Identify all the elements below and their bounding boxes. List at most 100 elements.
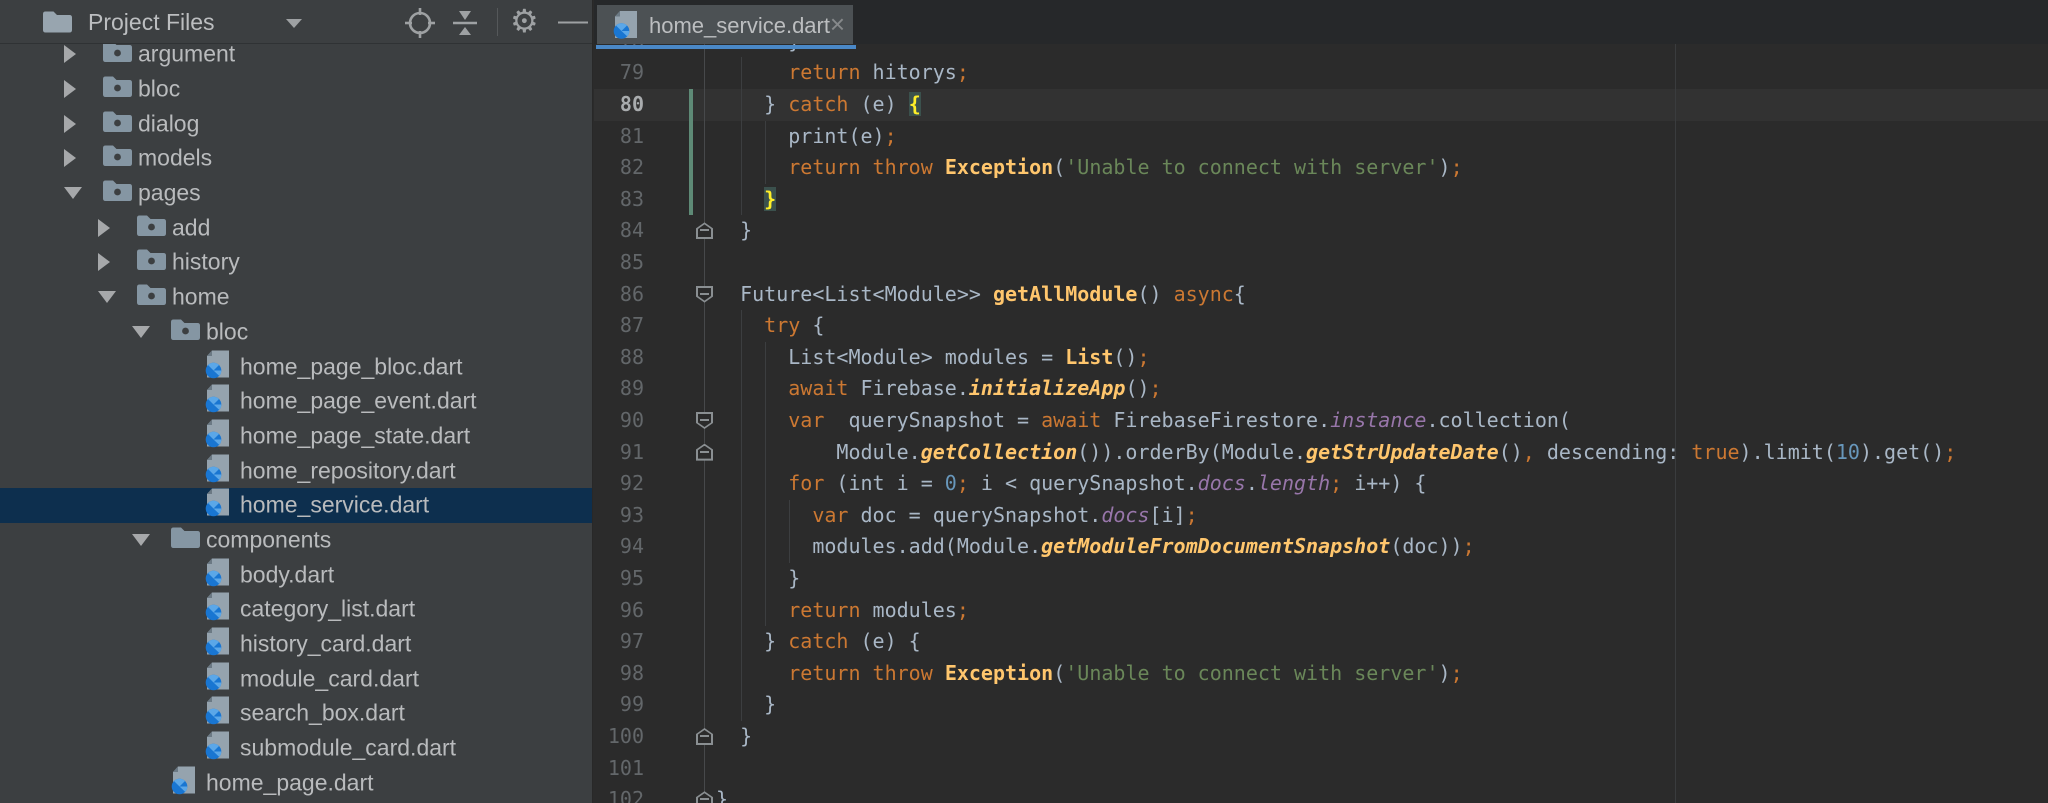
line-number[interactable]: 91 [594,437,644,469]
tree-item-search-box-dart[interactable]: search_box.dart [0,696,593,731]
tree-item-category-list-dart[interactable]: category_list.dart [0,592,593,627]
chevron-collapsed-icon[interactable] [64,80,76,98]
tree-item-label: search_box.dart [240,700,405,727]
line-number[interactable]: 92 [594,468,644,500]
code-line-97[interactable]: 97 } catch (e) { [594,626,2048,658]
code-line-92[interactable]: 92 for (int i = 0; i < querySnapshot.doc… [594,468,2048,500]
tree-item-home-page-bloc-dart[interactable]: home_page_bloc.dart [0,349,593,384]
tab-home-service-dart[interactable]: home_service.dart × [597,5,853,44]
tree-item-home-page-event-dart[interactable]: home_page_event.dart [0,384,593,419]
code-line-93[interactable]: 93 var doc = querySnapshot.docs[i]; [594,500,2048,532]
tree-item-home-page-state-dart[interactable]: home_page_state.dart [0,419,593,454]
line-number[interactable]: 97 [594,626,644,658]
code-line-84[interactable]: 84 } [594,215,2048,247]
tree-item-module-card-dart[interactable]: module_card.dart [0,661,593,696]
chevron-collapsed-icon[interactable] [98,253,110,271]
code-line-88[interactable]: 88 List<Module> modules = List(); [594,342,2048,374]
line-number[interactable]: 87 [594,310,644,342]
chevron-expanded-icon[interactable] [132,534,150,546]
fold-marker-icon[interactable] [696,728,713,745]
line-number[interactable]: 84 [594,215,644,247]
dropdown-caret-icon[interactable] [286,19,302,28]
locate-file-icon[interactable] [404,7,436,44]
tree-item-home-page-dart[interactable]: home_page.dart [0,765,593,800]
tree-item-bloc[interactable]: bloc [0,72,593,107]
line-number[interactable]: 93 [594,500,644,532]
vcs-change-marker[interactable] [689,89,693,215]
chevron-expanded-icon[interactable] [132,326,150,338]
collapse-all-icon[interactable] [450,7,480,44]
code-line-86[interactable]: 86 Future<List<Module>> getAllModule() a… [594,279,2048,311]
code-line-80[interactable]: 80 } catch (e) { [594,89,2048,121]
line-number[interactable]: 82 [594,152,644,184]
line-number[interactable]: 79 [594,57,644,89]
tab-close-icon[interactable]: × [830,9,845,40]
fold-marker-icon[interactable] [696,444,713,461]
line-number[interactable]: 99 [594,689,644,721]
code-line-101[interactable]: 101 [594,753,2048,785]
line-number[interactable]: 83 [594,184,644,216]
line-number[interactable]: 100 [594,721,644,753]
line-number[interactable]: 101 [594,753,644,785]
code-line-96[interactable]: 96 return modules; [594,595,2048,627]
chevron-collapsed-icon[interactable] [64,45,76,63]
code-line-99[interactable]: 99 } [594,689,2048,721]
code-line-95[interactable]: 95 } [594,563,2048,595]
code-line-85[interactable]: 85 [594,247,2048,279]
tree-item-history[interactable]: history [0,245,593,280]
code-line-89[interactable]: 89 await Firebase.initializeApp(); [594,373,2048,405]
code-line-83[interactable]: 83 } [594,184,2048,216]
tree-item-bloc[interactable]: bloc [0,315,593,350]
code-line-81[interactable]: 81 print(e); [594,121,2048,153]
chevron-expanded-icon[interactable] [98,291,116,303]
line-number[interactable]: 98 [594,658,644,690]
code-line-90[interactable]: 90 var querySnapshot = await FirebaseFir… [594,405,2048,437]
line-number[interactable]: 96 [594,595,644,627]
tree-item-body-dart[interactable]: body.dart [0,557,593,592]
gear-icon[interactable]: ⚙ [510,2,539,40]
line-number[interactable]: 102 [594,784,644,803]
line-number[interactable]: 81 [594,121,644,153]
tree-item-add[interactable]: add [0,210,593,245]
line-number[interactable]: 89 [594,373,644,405]
code-line-102[interactable]: 102} [594,784,2048,803]
code-area[interactable]: 78 }79 return hitorys;80 } catch (e) {81… [594,0,2048,803]
code-line-98[interactable]: 98 return throw Exception('Unable to con… [594,658,2048,690]
line-number[interactable]: 88 [594,342,644,374]
tree-item-models[interactable]: models [0,141,593,176]
code-line-82[interactable]: 82 return throw Exception('Unable to con… [594,152,2048,184]
code-line-87[interactable]: 87 try { [594,310,2048,342]
hide-panel-icon[interactable]: — [558,4,588,38]
panel-title[interactable]: Project Files [88,9,215,36]
tree-item-submodule-card-dart[interactable]: submodule_card.dart [0,731,593,766]
code-line-91[interactable]: 91 Module.getCollection()).orderBy(Modul… [594,437,2048,469]
tree-item-home-service-dart[interactable]: home_service.dart [0,488,593,523]
fold-marker-icon[interactable] [696,286,713,303]
project-panel-header[interactable]: Project Files ⚙ — [0,0,593,44]
chevron-collapsed-icon[interactable] [64,149,76,167]
line-number[interactable]: 95 [594,563,644,595]
code-line-94[interactable]: 94 modules.add(Module.getModuleFromDocum… [594,531,2048,563]
fold-marker-icon[interactable] [696,222,713,239]
line-number[interactable]: 80 [594,89,644,121]
code-text: return hitorys; [716,57,969,89]
fold-marker-icon[interactable] [696,412,713,429]
chevron-collapsed-icon[interactable] [64,115,76,133]
code-line-100[interactable]: 100 } [594,721,2048,753]
tree-item-history-card-dart[interactable]: history_card.dart [0,627,593,662]
chevron-expanded-icon[interactable] [64,187,82,199]
line-number[interactable]: 94 [594,531,644,563]
dart-file-icon [204,488,231,523]
code-text: } [716,721,752,753]
line-number[interactable]: 90 [594,405,644,437]
tree-item-home-repository-dart[interactable]: home_repository.dart [0,453,593,488]
chevron-collapsed-icon[interactable] [98,219,110,237]
code-line-79[interactable]: 79 return hitorys; [594,57,2048,89]
tree-item-components[interactable]: components [0,523,593,558]
tree-item-home[interactable]: home [0,280,593,315]
tree-item-dialog[interactable]: dialog [0,106,593,141]
line-number[interactable]: 86 [594,279,644,311]
line-number[interactable]: 85 [594,247,644,279]
fold-marker-icon[interactable] [696,791,713,803]
tree-item-pages[interactable]: pages [0,176,593,211]
